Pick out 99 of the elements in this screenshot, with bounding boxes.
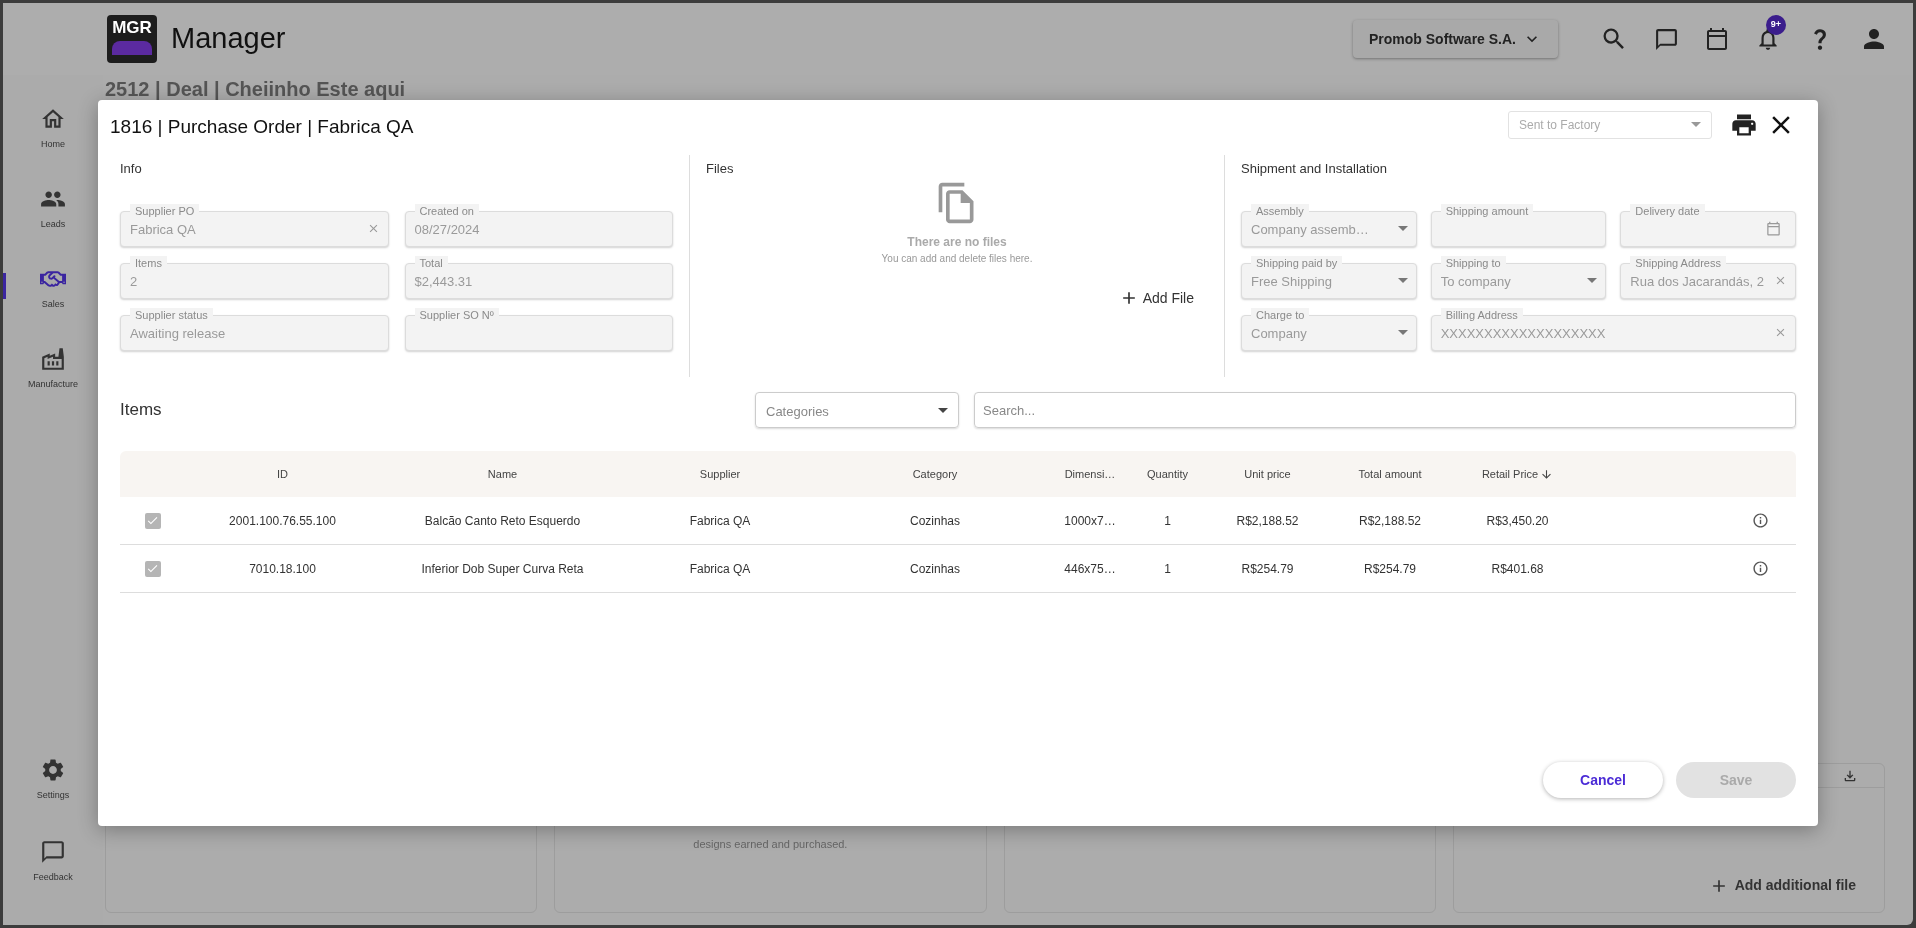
logo: MGR <box>107 15 157 63</box>
add-file-button[interactable]: Add additional file <box>1708 875 1856 896</box>
table-cell-text: Fabrica QA <box>688 512 752 530</box>
search-field[interactable]: Search... <box>974 392 1796 428</box>
sort-icon[interactable] <box>1540 467 1554 481</box>
table-cell-text: Balcão Canto Reto Esquerdo <box>423 512 582 530</box>
field-label: Billing Address <box>1440 307 1523 322</box>
field-label: Supplier status <box>130 307 213 322</box>
field-label: Delivery date <box>1630 203 1705 218</box>
calendar-icon <box>1766 221 1781 236</box>
column-header[interactable]: ID <box>185 465 380 483</box>
empty-subtitle: You can add and delete files here. <box>881 251 1033 266</box>
caret-icon <box>1587 278 1598 283</box>
sidebar-item[interactable]: Leads <box>3 169 103 249</box>
section-title: Shipment and Installation <box>1241 160 1388 178</box>
table-cell-text: R$2,188.52 <box>1357 512 1423 530</box>
caret-icon <box>1691 122 1701 127</box>
table-cell-text: Fabrica QA <box>688 560 752 578</box>
column-header[interactable]: Supplier <box>625 465 815 483</box>
items-title: Items <box>120 399 162 422</box>
table-cell-text: Cozinhas <box>909 512 961 530</box>
table-cell-text: 1000x7… <box>1063 512 1117 530</box>
calendar-icon[interactable] <box>1705 27 1729 51</box>
field-value: To company <box>1440 273 1511 289</box>
sidebar-label: Feedback <box>33 871 73 885</box>
field-label: Total <box>414 255 448 270</box>
sidebar-label: Settings <box>36 789 70 803</box>
checkbox[interactable] <box>144 512 161 529</box>
card-text: designs earned and purchased. <box>693 837 848 852</box>
table-cell-text: Inferior Dob Super Curva Reta <box>420 560 585 578</box>
table-cell-text: R$254.79 <box>1240 560 1295 578</box>
sidebar-label: Leads <box>40 218 66 232</box>
field-value: Free Shipping <box>1251 273 1332 289</box>
field-label: Shipping amount <box>1440 203 1534 218</box>
table-cell-text: R$401.68 <box>1490 560 1545 578</box>
table-cell-text: R$2,188.52 <box>1235 512 1300 530</box>
column-header[interactable]: Name <box>380 465 625 483</box>
table-cell-text: 1 <box>1163 512 1172 530</box>
field-value: 2 <box>130 273 138 289</box>
field-label: Supplier SO Nº <box>414 307 499 322</box>
table-cell-text: Cozinhas <box>909 560 961 578</box>
table-cell-text: 7010.18.100 <box>248 560 317 578</box>
info-icon[interactable] <box>1751 560 1769 577</box>
table-cell-text: 446x75… <box>1063 560 1117 578</box>
field-value: Company assemb… <box>1251 221 1369 237</box>
sidebar-label: Home <box>41 138 65 152</box>
field-label: Assembly <box>1251 203 1309 218</box>
field-value: Awaiting release <box>130 325 226 341</box>
empty-title: There are no files <box>907 233 1007 251</box>
table-cell-text: R$3,450.20 <box>1485 512 1550 530</box>
column-header[interactable]: Category <box>815 465 1055 483</box>
table-cell-text: 2001.100.76.55.100 <box>228 512 337 530</box>
sidebar-label: Sales <box>41 298 65 312</box>
column-header[interactable]: Retail Price <box>1455 465 1580 483</box>
app-title: Manager <box>171 21 286 57</box>
section-title: Files <box>706 160 735 178</box>
field-label: Created on <box>414 203 479 218</box>
sidebar-label: Manufacture <box>28 378 78 392</box>
check-icon <box>146 562 159 575</box>
field-label: Items <box>130 255 167 270</box>
field-label: Shipping Address <box>1630 255 1726 270</box>
column-header[interactable]: Total amount <box>1325 465 1455 483</box>
column-header[interactable]: Dimensi… <box>1055 465 1125 483</box>
field-label: Charge to <box>1251 307 1310 322</box>
table-cell-text: R$254.79 <box>1362 560 1417 578</box>
add-file-button[interactable]: Add File <box>1118 287 1194 309</box>
table-cell-text: 1 <box>1163 560 1172 578</box>
field-value: Fabrica QA <box>130 221 196 237</box>
sidebar-item[interactable]: Manufacture <box>3 329 103 409</box>
sidebar-item[interactable]: Sales <box>3 249 103 329</box>
field-label: Supplier PO <box>130 203 200 218</box>
page-heading: 2512 | Deal | Cheiinho Este aqui <box>105 77 407 101</box>
caret-icon <box>1397 330 1408 335</box>
sidebar-item[interactable]: Settings <box>3 739 103 821</box>
chat-icon[interactable] <box>1654 26 1679 52</box>
checkbox[interactable] <box>144 560 161 577</box>
company-selector[interactable]: Promob Software S.A. <box>1352 20 1558 58</box>
field-value: 08/27/2024 <box>414 221 480 237</box>
info-icon[interactable] <box>1751 512 1769 529</box>
categories-select[interactable]: Categories <box>755 392 959 428</box>
caret-icon <box>1397 278 1408 283</box>
notification-badge: 9+ <box>1766 15 1786 35</box>
sidebar-item[interactable]: Feedback <box>3 821 103 903</box>
dialog-title: 1816 | Purchase Order | Fabrica QA <box>110 115 414 140</box>
factory-icon <box>40 346 66 373</box>
cancel-button[interactable]: Cancel <box>1543 762 1663 798</box>
field-value: $2,443.31 <box>414 273 473 289</box>
field-label: Shipping paid by <box>1251 255 1343 270</box>
check-icon <box>146 514 159 527</box>
sidebar-item[interactable]: Home <box>3 89 103 169</box>
field-value: Rua dos Jacarandás, 2 <box>1630 273 1765 289</box>
field-value: XXXXXXXXXXXXXXXXXXX <box>1440 325 1606 341</box>
field-label: Shipping to <box>1440 255 1506 270</box>
field-value: Company <box>1251 325 1307 341</box>
column-header[interactable]: Quantity <box>1125 465 1210 483</box>
caret-icon <box>938 407 948 413</box>
caret-icon <box>1397 226 1408 231</box>
section-title: Info <box>120 160 143 178</box>
column-header[interactable]: Unit price <box>1210 465 1325 483</box>
